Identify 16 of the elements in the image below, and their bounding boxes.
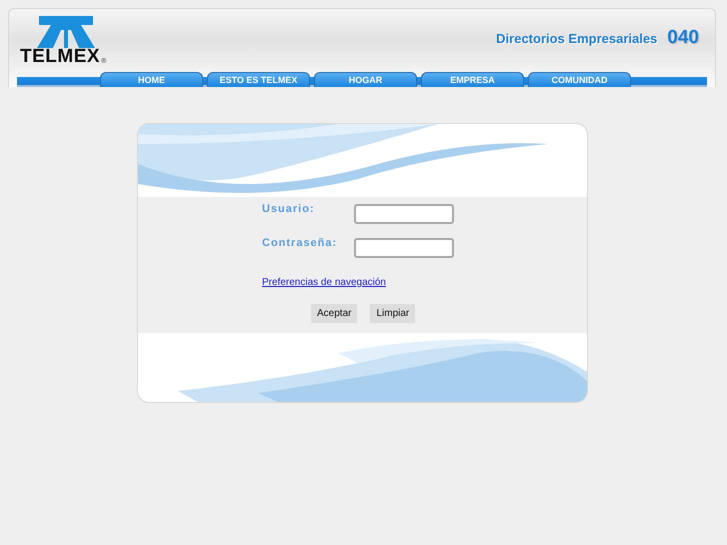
field-label: Usuario:: [262, 203, 316, 215]
input-field[interactable]: [354, 238, 454, 258]
header-title: Directorios Empresariales: [496, 30, 658, 46]
nav-tab[interactable]: COMUNIDAD: [528, 72, 631, 87]
nav-tab[interactable]: HOME: [100, 72, 203, 87]
nav-tab[interactable]: HOGAR: [314, 72, 417, 87]
nav-tab[interactable]: ESTO ES TELMEX: [207, 72, 310, 87]
form-button[interactable]: Limpiar: [370, 304, 416, 323]
logo-icon: [37, 16, 95, 48]
nav-tab[interactable]: EMPRESA: [421, 72, 524, 87]
preferences-link[interactable]: Preferencias de navegación: [262, 277, 386, 288]
header-number: 040: [667, 27, 699, 49]
field-label: Contraseña:: [262, 237, 338, 249]
logo-text: TELMEX: [20, 48, 100, 66]
form-button[interactable]: Aceptar: [311, 304, 358, 323]
input-field[interactable]: [354, 204, 454, 224]
